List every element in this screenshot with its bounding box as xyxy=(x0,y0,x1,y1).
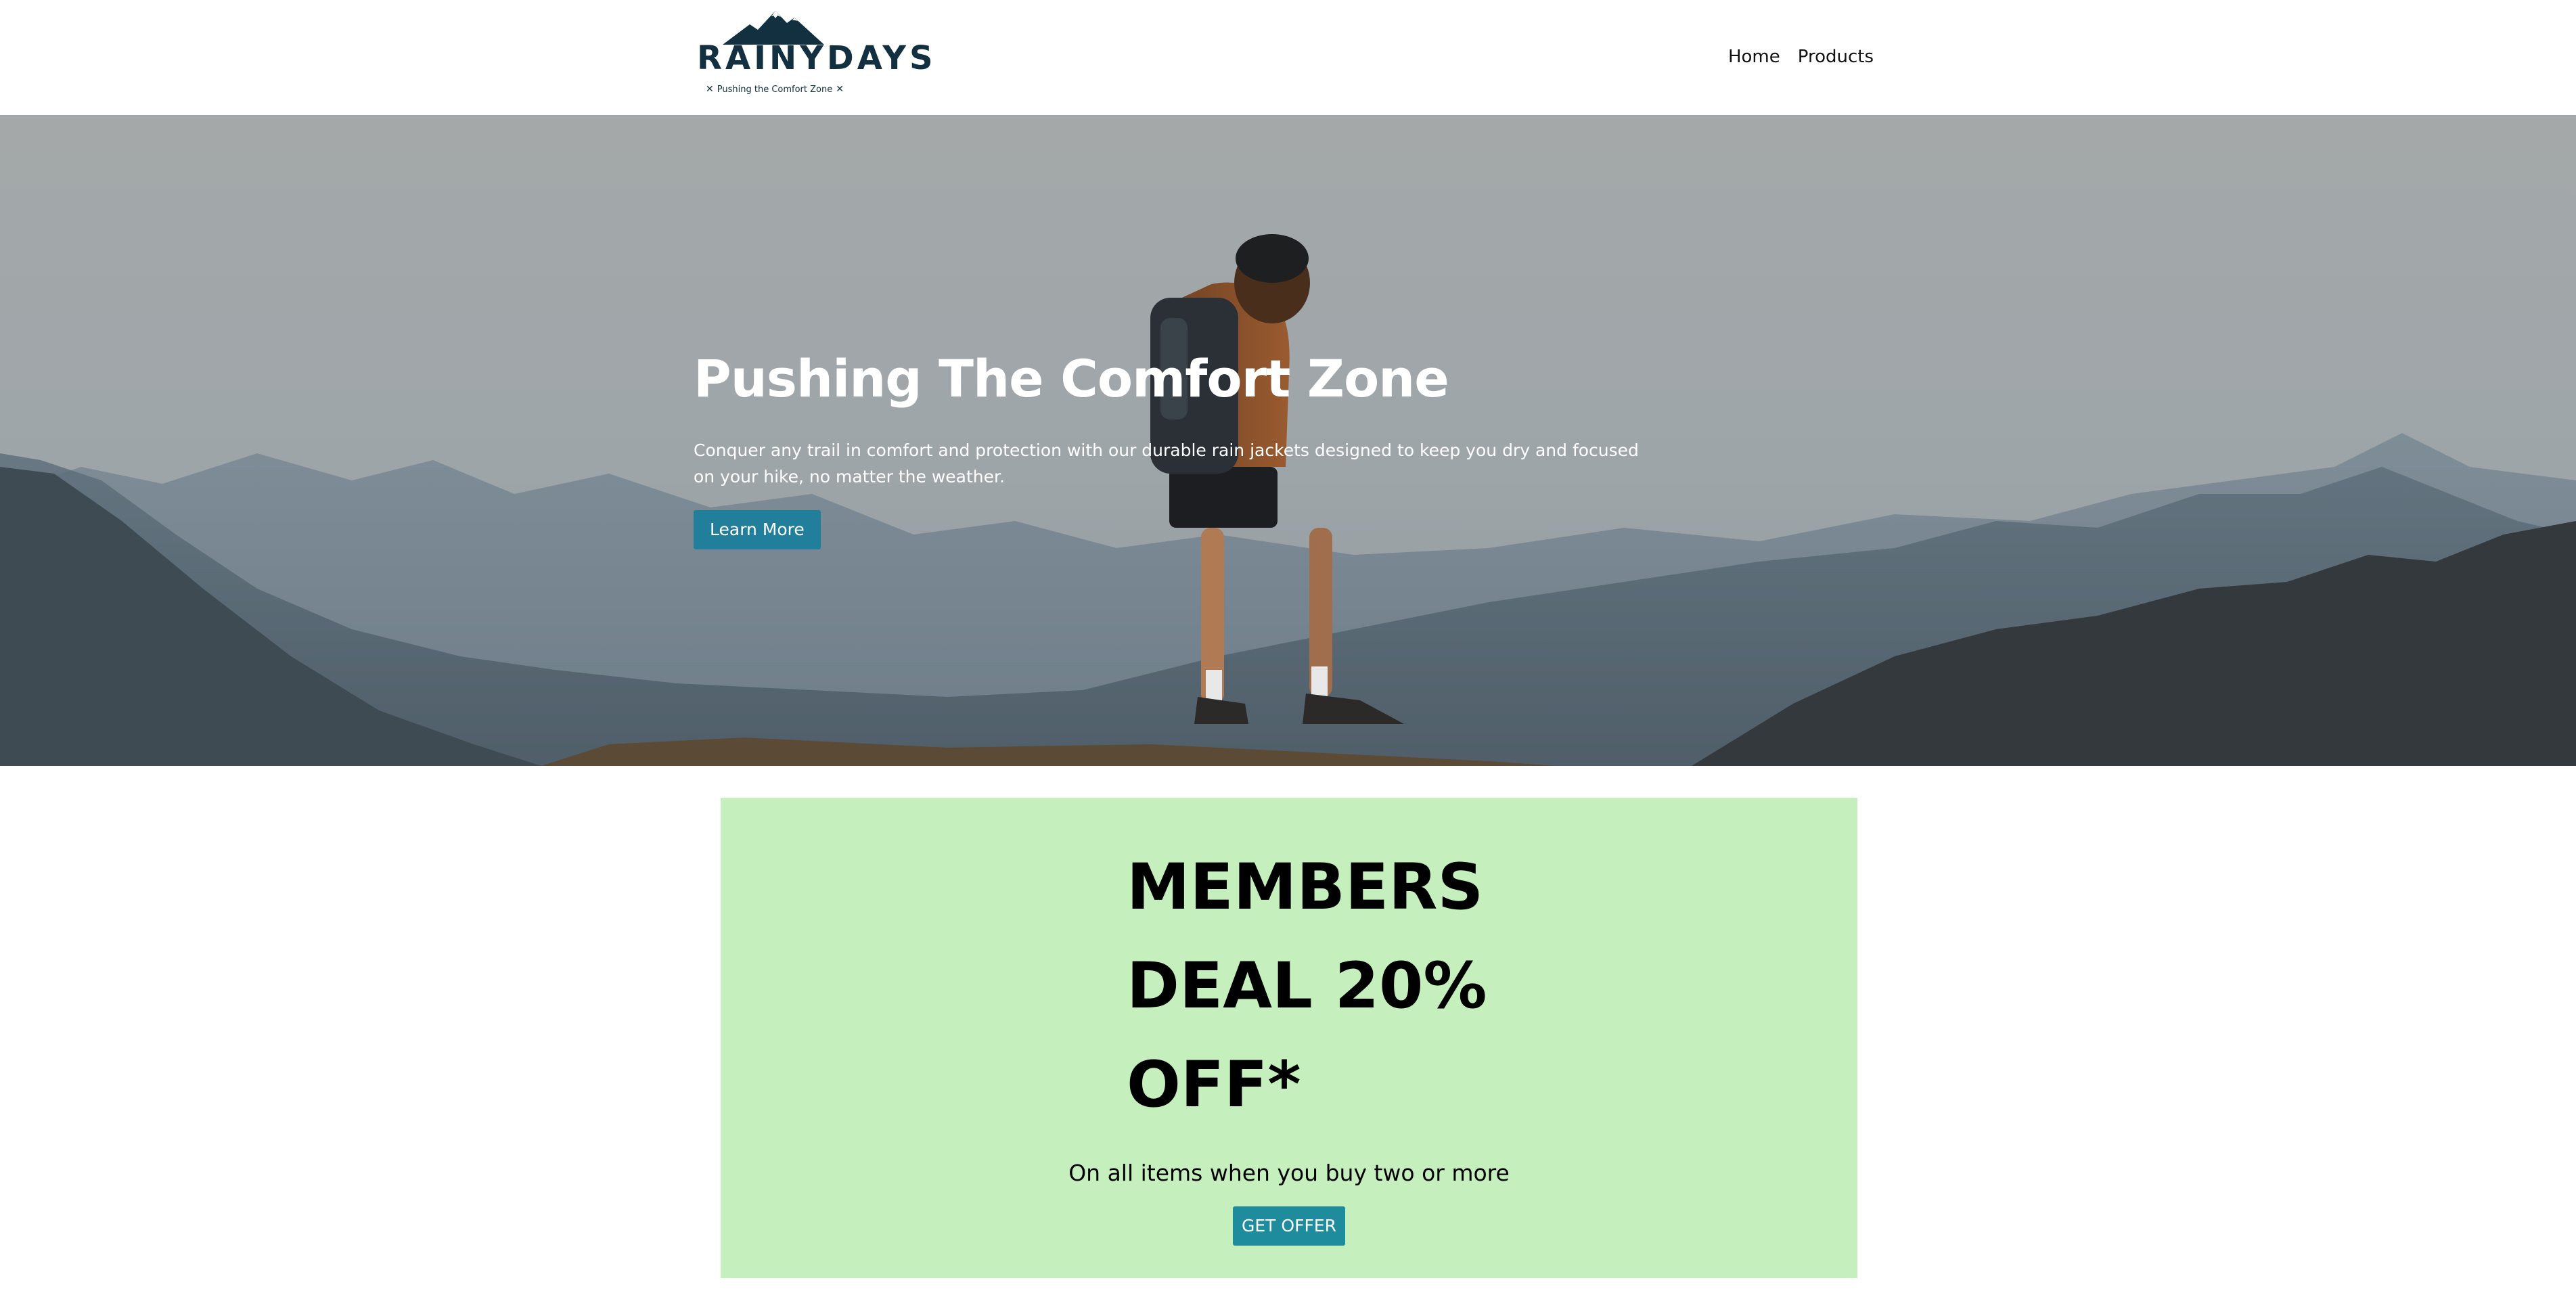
site-header: RAINYDAYS ✕ Pushing the Comfort Zone ✕ Hom… xyxy=(0,0,2576,115)
promo-subtitle: On all items when you buy two or more xyxy=(1068,1160,1510,1186)
nav-link-home[interactable]: Home xyxy=(1728,43,1780,70)
logo-tagline-text: Pushing the Comfort Zone xyxy=(717,85,833,95)
logo-tagline: ✕ Pushing the Comfort Zone ✕ xyxy=(697,83,853,97)
hero-banner: Pushing The Comfort Zone Conquer any tra… xyxy=(0,115,2576,766)
members-deal-banner: MEMBERS DEAL 20% OFF* On all items when … xyxy=(721,798,1857,1278)
close-icon: ✕ xyxy=(706,84,714,95)
hero-content: Pushing The Comfort Zone Conquer any tra… xyxy=(694,345,1641,549)
nav-link-products[interactable]: Products xyxy=(1798,43,1874,70)
hero-description: Conquer any trail in comfort and protect… xyxy=(694,440,1639,486)
hero-title: Pushing The Comfort Zone xyxy=(694,348,1449,409)
main-nav: Home Products xyxy=(1728,43,1874,70)
learn-more-button[interactable]: Learn More xyxy=(694,510,821,549)
promo-title: MEMBERS DEAL 20% OFF* xyxy=(1127,850,1487,1122)
close-icon: ✕ xyxy=(836,84,844,95)
get-offer-button[interactable]: GET OFFER xyxy=(1233,1206,1345,1246)
logo[interactable]: RAINYDAYS ✕ Pushing the Comfort Zone ✕ xyxy=(697,9,936,97)
logo-wordmark: RAINYDAYS xyxy=(697,39,936,77)
